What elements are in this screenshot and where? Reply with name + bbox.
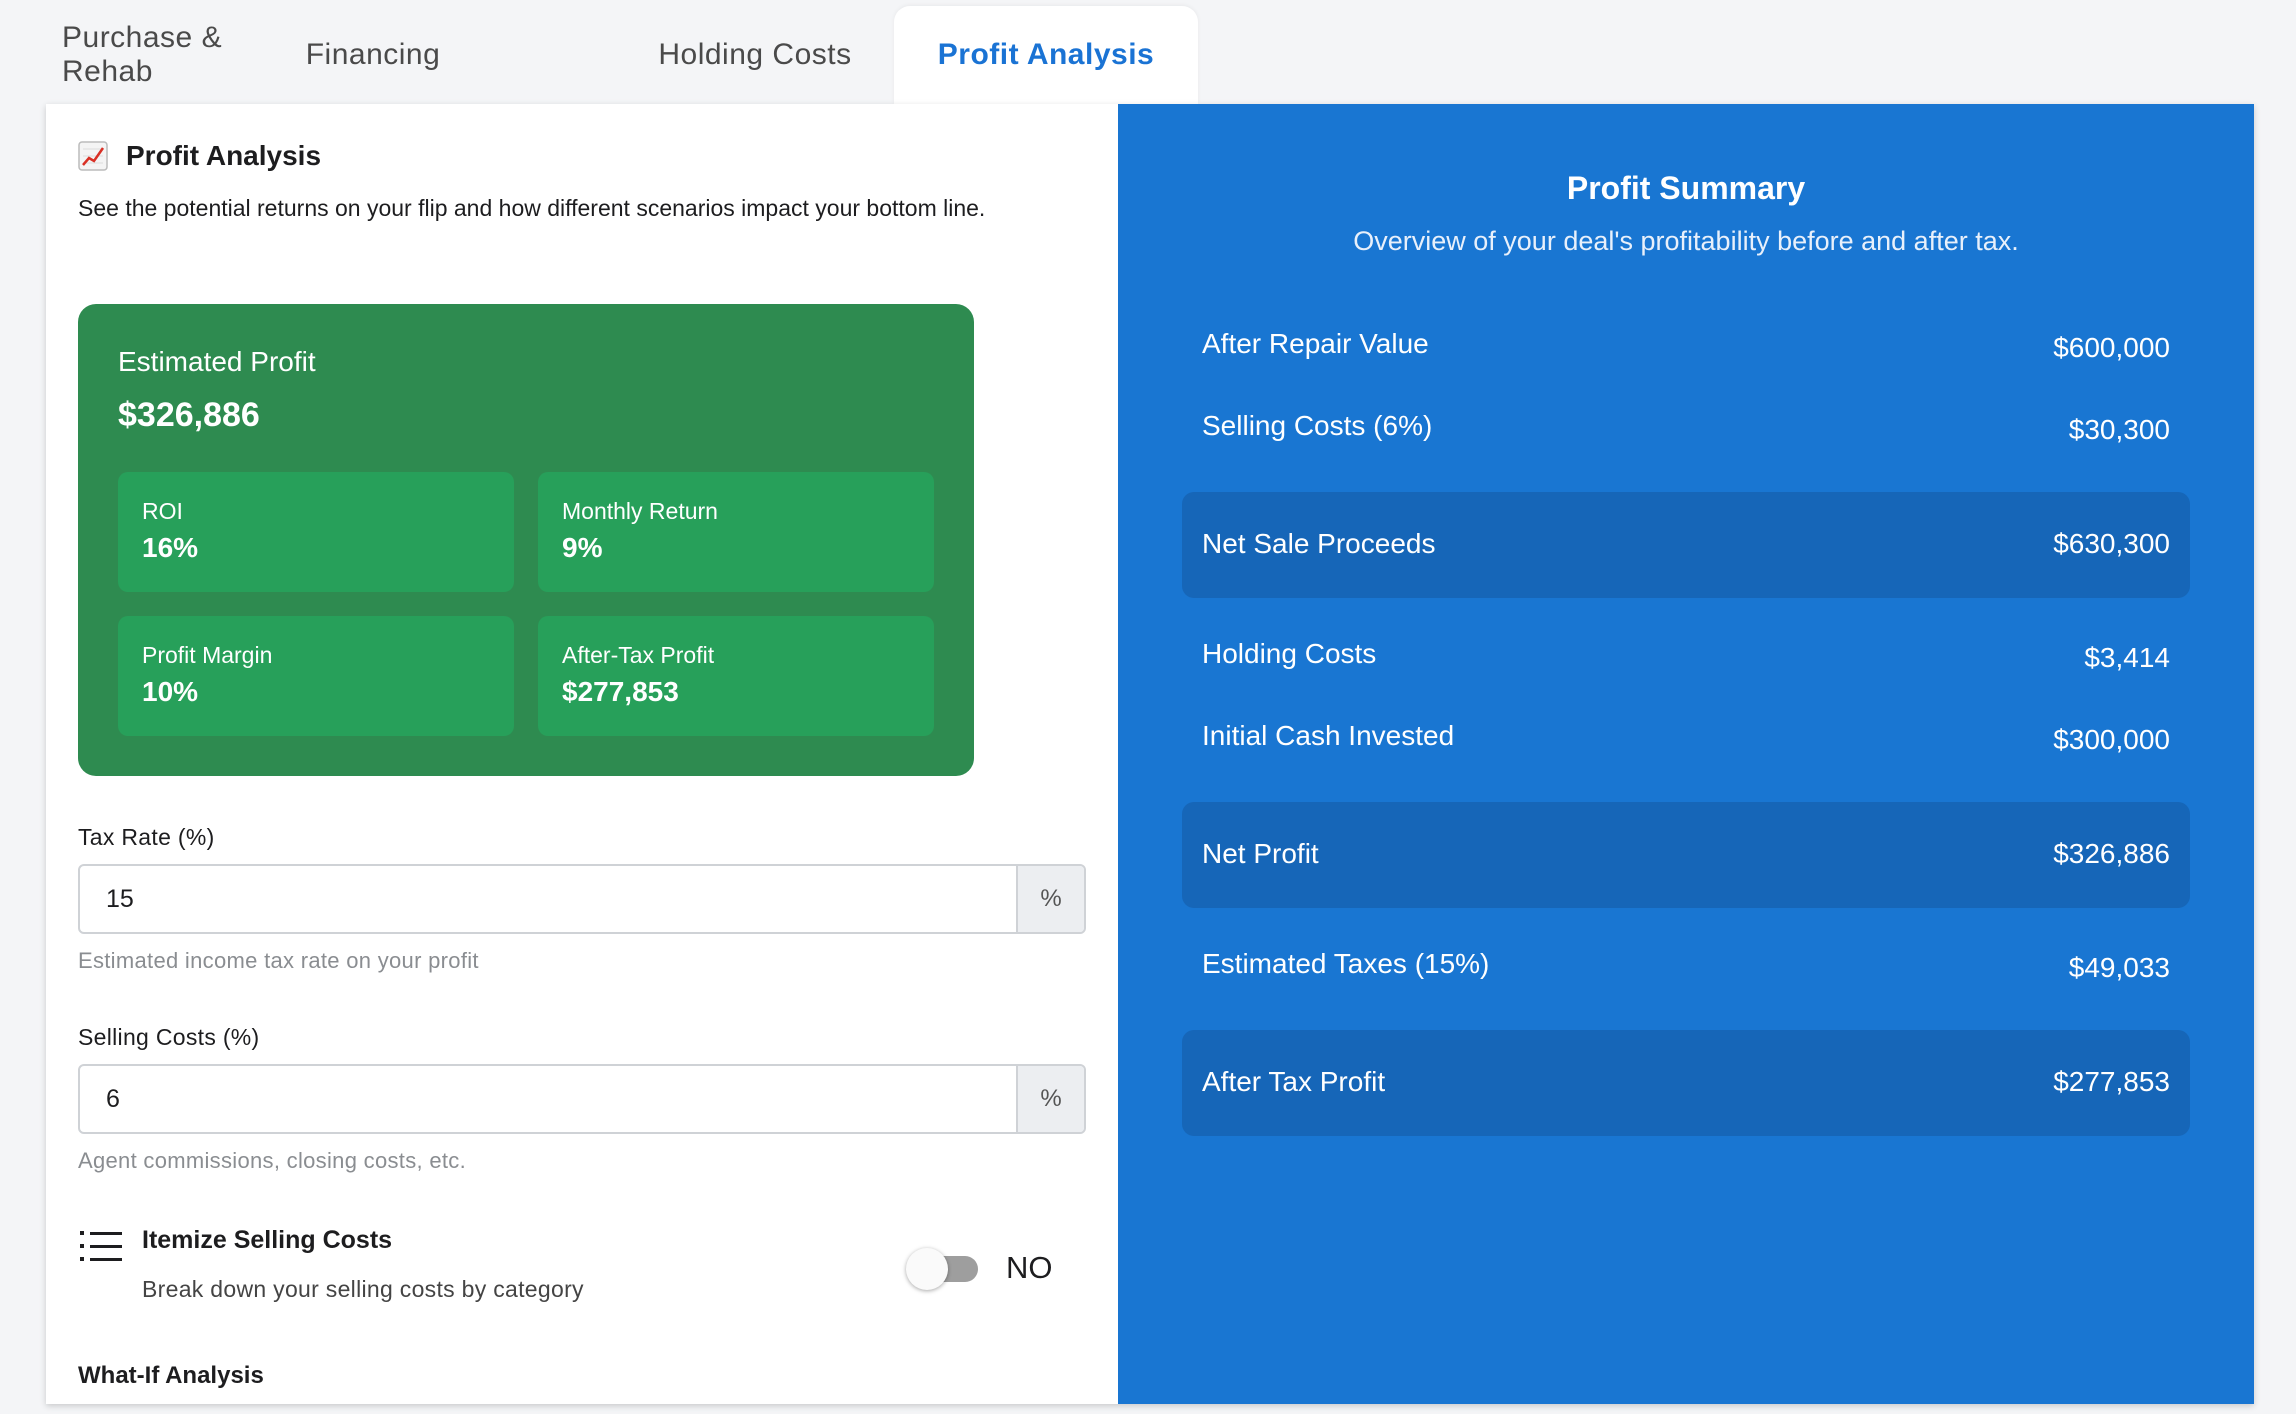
metric-value: 16%	[142, 532, 199, 563]
tab-holding-costs[interactable]: Holding Costs	[640, 6, 870, 104]
tax-rate-hint: Estimated income tax rate on your profit	[78, 948, 479, 973]
chart-increasing-icon	[78, 141, 108, 171]
selling-costs-input-group: %	[78, 1064, 1086, 1134]
row-value: $326,886	[2053, 838, 2170, 869]
tab-purchase-rehab[interactable]: Purchase & Rehab	[62, 6, 262, 104]
toggle-knob	[906, 1248, 948, 1290]
percent-suffix: %	[1016, 1066, 1084, 1132]
list-icon	[80, 1231, 122, 1261]
itemize-title: Itemize Selling Costs	[142, 1226, 393, 1254]
itemize-description: Break down your selling costs by categor…	[142, 1276, 584, 1302]
row-label: Selling Costs (6%)	[1202, 410, 1433, 441]
metric-roi: ROI 16%	[118, 472, 514, 592]
selling-costs-input[interactable]	[80, 1066, 1016, 1132]
metric-label: After-Tax Profit	[562, 642, 715, 668]
row-label: Initial Cash Invested	[1202, 720, 1455, 751]
tax-rate-label: Tax Rate (%)	[78, 824, 215, 850]
toggle-state-label: NO	[1006, 1250, 1053, 1285]
summary-row-net-profit: Net Profit $326,886	[1182, 802, 2190, 908]
metric-label: ROI	[142, 498, 183, 524]
metric-value: $277,853	[562, 676, 679, 707]
summary-row-selling-costs: Selling Costs (6%) $30,300	[1182, 410, 2190, 450]
tax-rate-input[interactable]	[80, 866, 1016, 932]
metric-monthly-return: Monthly Return 9%	[538, 472, 934, 592]
profit-summary-panel: Profit Summary Overview of your deal's p…	[1118, 104, 2254, 1404]
tab-financing[interactable]: Financing	[270, 6, 476, 104]
inputs-panel: Profit Analysis See the potential return…	[46, 104, 1118, 1404]
estimated-profit-value: $326,886	[118, 396, 260, 434]
row-value: $630,300	[2053, 528, 2170, 559]
percent-suffix: %	[1016, 866, 1084, 932]
itemize-toggle[interactable]	[906, 1248, 978, 1290]
summary-row-estimated-taxes: Estimated Taxes (15%) $49,033	[1182, 948, 2190, 988]
summary-row-after-repair-value: After Repair Value $600,000	[1182, 328, 2190, 368]
estimated-profit-box: Estimated Profit $326,886 ROI 16% Monthl…	[78, 304, 974, 776]
row-value: $600,000	[2053, 332, 2170, 363]
row-label: Net Profit	[1202, 838, 1319, 869]
summary-subtitle: Overview of your deal's profitability be…	[1353, 226, 2019, 256]
what-if-heading: What-If Analysis	[78, 1362, 264, 1389]
section-header: Profit Analysis	[78, 140, 321, 172]
metric-after-tax-profit: After-Tax Profit $277,853	[538, 616, 934, 736]
tab-profit-analysis[interactable]: Profit Analysis	[894, 6, 1198, 104]
row-label: Estimated Taxes (15%)	[1202, 948, 1490, 979]
estimated-profit-label: Estimated Profit	[118, 346, 316, 377]
row-value: $3,414	[2084, 642, 2170, 673]
selling-costs-label: Selling Costs (%)	[78, 1024, 260, 1050]
row-value: $300,000	[2053, 724, 2170, 755]
section-title: Profit Analysis	[126, 140, 322, 171]
row-label: Holding Costs	[1202, 638, 1377, 669]
row-value: $49,033	[2068, 952, 2170, 983]
tab-bar: Purchase & Rehab Financing Holding Costs…	[0, 0, 2296, 104]
row-label: Net Sale Proceeds	[1202, 528, 1436, 559]
tax-rate-input-group: %	[78, 864, 1086, 934]
metric-label: Profit Margin	[142, 642, 273, 668]
row-value: $30,300	[2068, 414, 2170, 445]
profit-analysis-card: Profit Analysis See the potential return…	[46, 104, 2254, 1404]
summary-row-net-sale-proceeds: Net Sale Proceeds $630,300	[1182, 492, 2190, 598]
summary-row-holding-costs: Holding Costs $3,414	[1182, 638, 2190, 678]
metric-value: 10%	[142, 676, 199, 707]
row-label: After Repair Value	[1202, 328, 1429, 359]
summary-row-after-tax-profit: After Tax Profit $277,853	[1182, 1030, 2190, 1136]
row-label: After Tax Profit	[1202, 1066, 1386, 1097]
metric-label: Monthly Return	[562, 498, 718, 524]
metric-profit-margin: Profit Margin 10%	[118, 616, 514, 736]
selling-costs-hint: Agent commissions, closing costs, etc.	[78, 1148, 466, 1173]
metric-value: 9%	[562, 532, 603, 563]
row-value: $277,853	[2053, 1066, 2170, 1097]
summary-row-initial-cash-invested: Initial Cash Invested $300,000	[1182, 720, 2190, 760]
summary-title: Profit Summary	[1566, 170, 1806, 206]
section-description: See the potential returns on your flip a…	[78, 195, 986, 221]
